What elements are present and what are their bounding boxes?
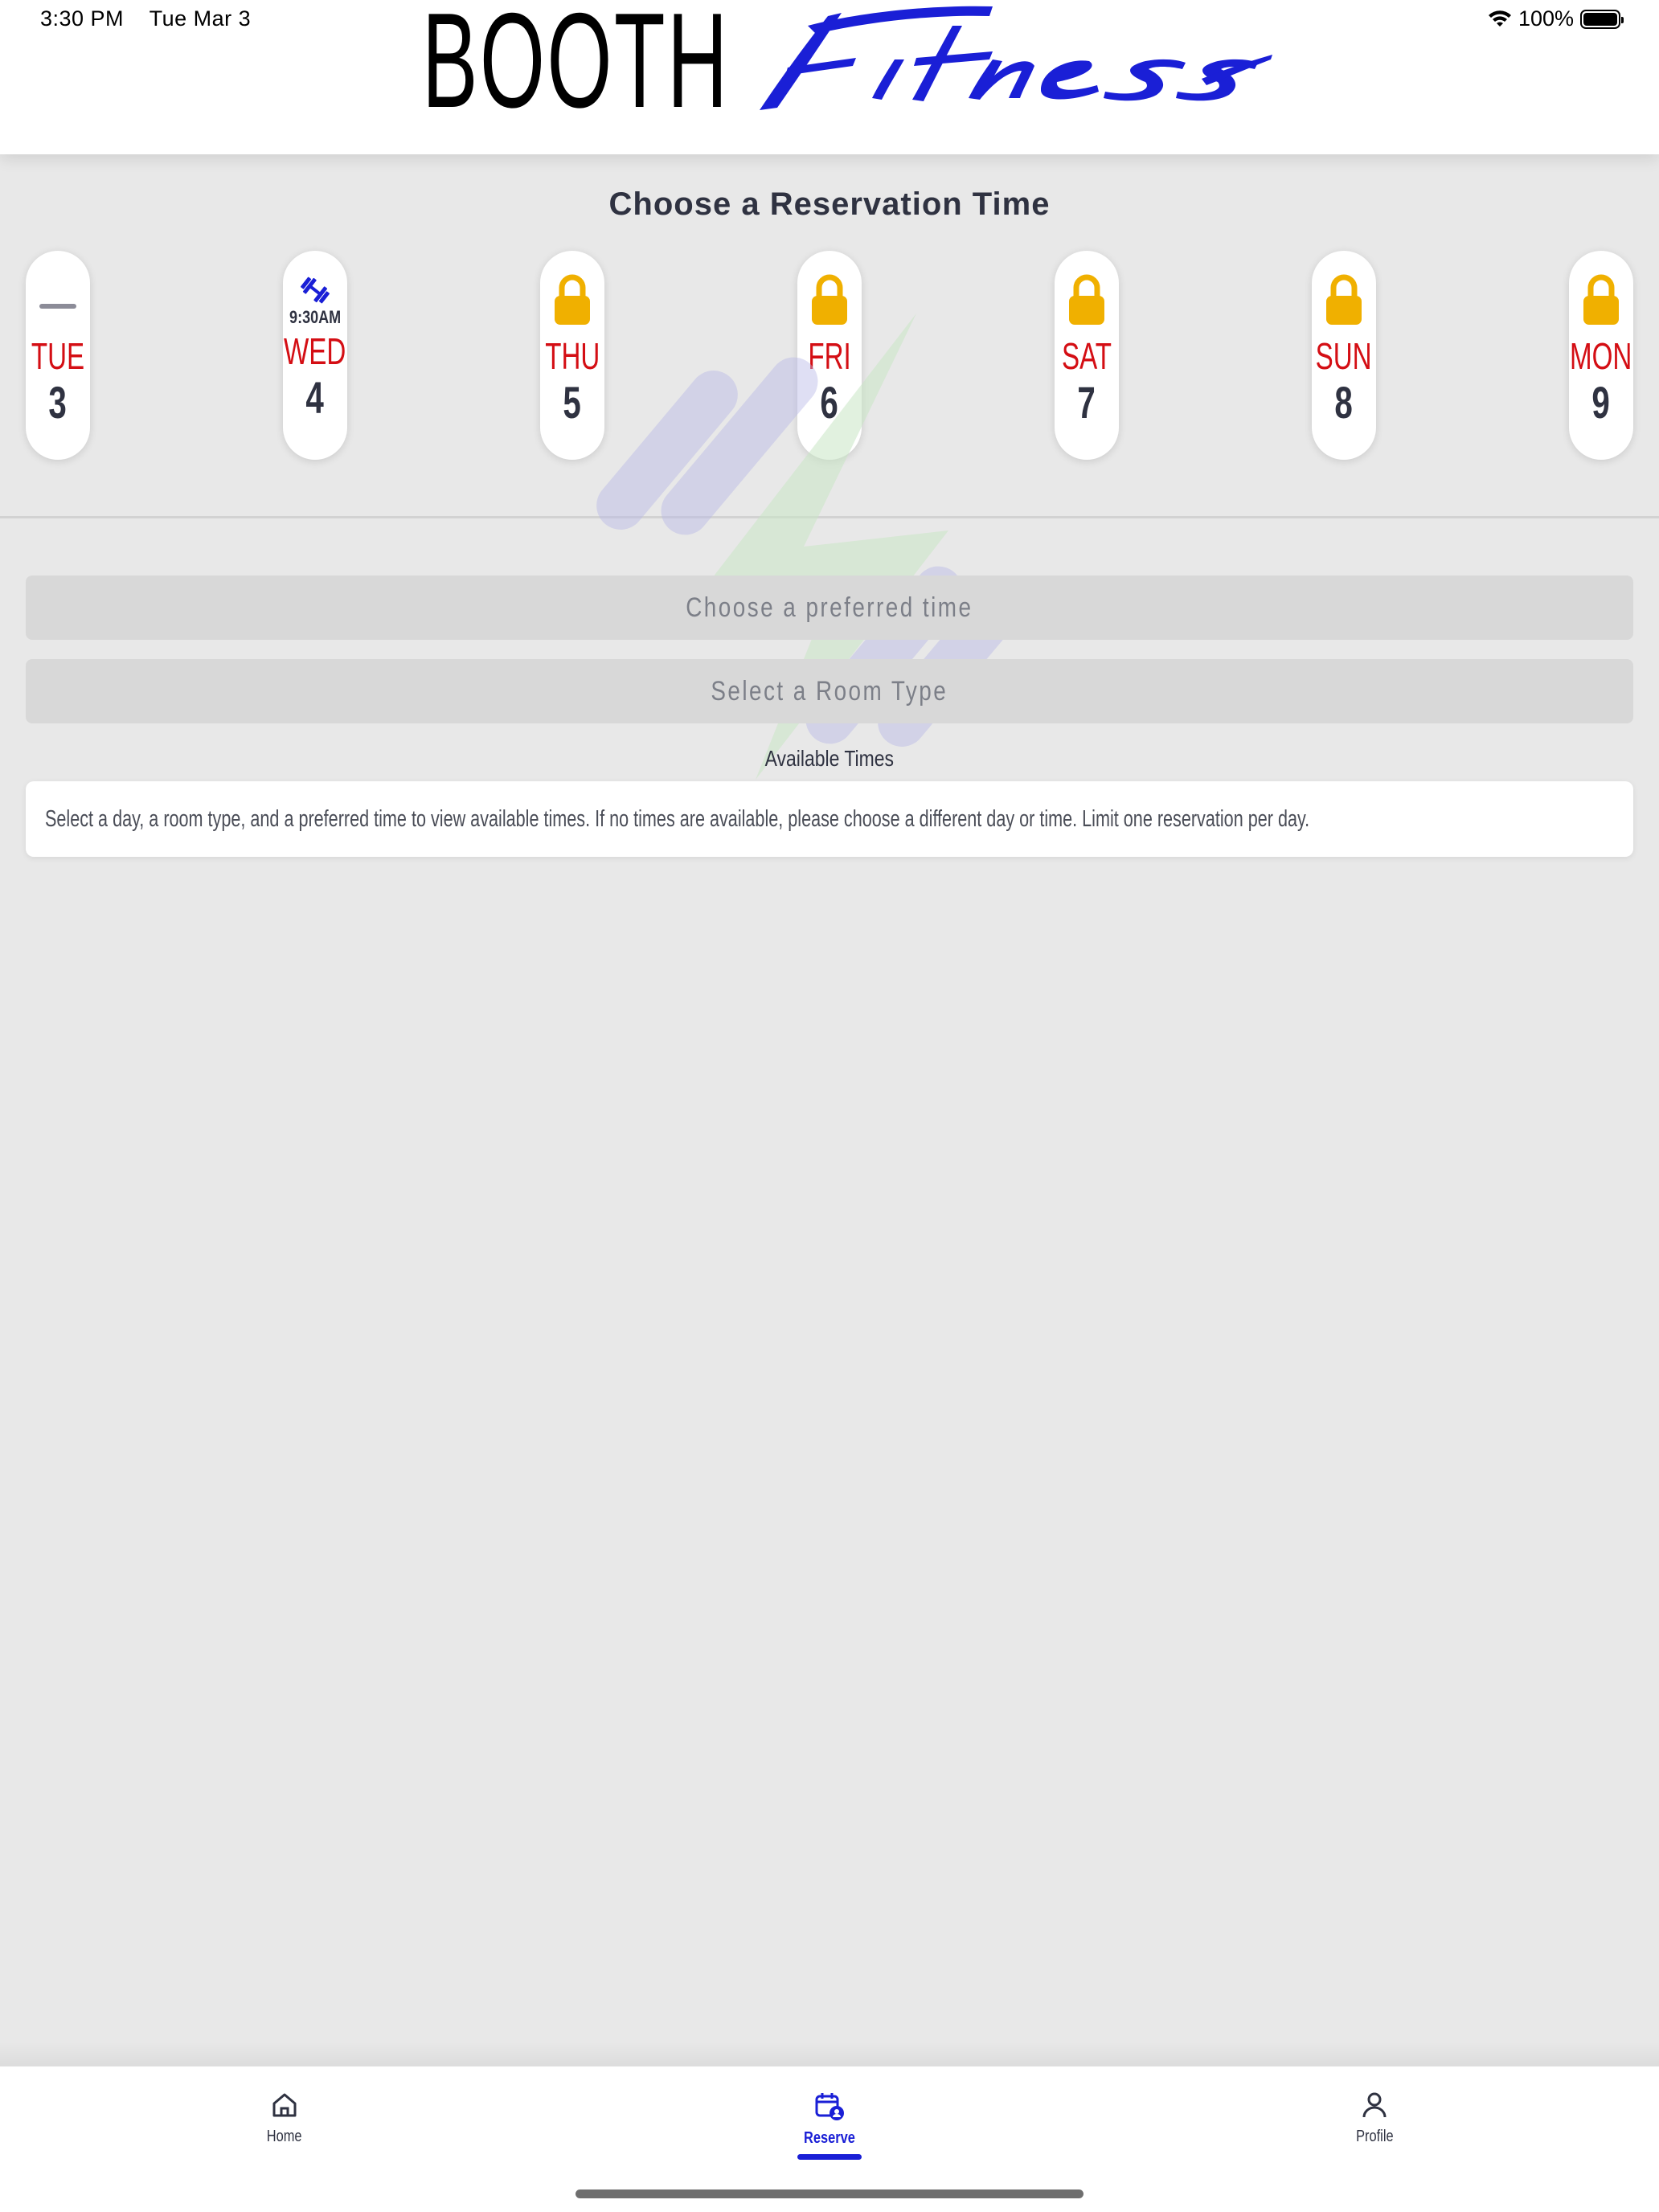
tabbar-shadow: [0, 2042, 1659, 2066]
status-time: 3:30 PM: [40, 6, 125, 31]
tab-label: Home: [267, 2128, 302, 2145]
available-times-heading: Available Times: [0, 746, 1659, 772]
day-number: 7: [1077, 377, 1096, 428]
preferred-time-label: Choose a preferred time: [686, 592, 973, 623]
reservation-time: 9:30AM: [289, 307, 342, 327]
available-times-card: Select a day, a room type, and a preferr…: [26, 781, 1633, 857]
tab-profile[interactable]: Profile: [1294, 2091, 1455, 2179]
tab-reserve[interactable]: Reserve: [749, 2091, 910, 2179]
lock-icon: [555, 274, 590, 325]
page-title: Choose a Reservation Time: [608, 186, 1051, 222]
home-indicator[interactable]: [576, 2189, 1083, 2198]
day-name: SAT: [1062, 335, 1112, 377]
day-name: FRI: [808, 335, 851, 377]
day-number: 9: [1591, 377, 1611, 428]
day-name: WED: [284, 330, 346, 372]
booth-fitness-logo: BOOTH: [422, 0, 1272, 136]
app-header: 3:30 PM Tue Mar 3 100% BOOTH: [0, 0, 1659, 154]
battery-percent: 100%: [1518, 6, 1574, 31]
day-pill-sun[interactable]: SUN 8: [1312, 251, 1376, 460]
day-pill-sat[interactable]: SAT 7: [1055, 251, 1119, 460]
day-name: SUN: [1316, 335, 1372, 377]
logo-booth-text: BOOTH: [422, 0, 730, 136]
logo-fitness-script: [760, 6, 1272, 110]
day-number: 4: [305, 372, 325, 423]
lock-icon: [812, 274, 847, 325]
lock-icon: [1326, 274, 1362, 325]
day-pill-fri[interactable]: FRI 6: [797, 251, 862, 460]
tab-home[interactable]: Home: [204, 2091, 365, 2179]
day-name: MON: [1570, 335, 1632, 377]
day-number: 5: [563, 377, 582, 428]
battery-icon: [1580, 9, 1624, 29]
day-pill-wed[interactable]: 9:30AM WED 4: [283, 251, 347, 460]
lock-icon: [1069, 274, 1104, 325]
available-times-label: Available Times: [764, 746, 895, 771]
day-pill-tue[interactable]: TUE 3: [26, 251, 90, 460]
active-tab-indicator: [797, 2154, 862, 2160]
tab-label: Profile: [1355, 2128, 1394, 2145]
day-pill-thu[interactable]: THU 5: [540, 251, 604, 460]
lock-icon: [1583, 274, 1619, 325]
available-times-message: Select a day, a room type, and a preferr…: [45, 805, 1310, 832]
dash-icon: [39, 304, 76, 309]
user-icon: [1362, 2092, 1387, 2118]
tab-label: Reserve: [804, 2129, 855, 2147]
day-name: TUE: [31, 335, 85, 377]
preferred-time-select[interactable]: Choose a preferred time: [26, 576, 1633, 640]
status-bar-right: 100%: [1488, 6, 1624, 31]
room-type-label: Select a Room Type: [711, 675, 948, 707]
home-icon: [272, 2093, 297, 2117]
day-name: THU: [544, 335, 600, 377]
day-number: 3: [48, 377, 68, 428]
day-number: 6: [820, 377, 839, 428]
section-divider: [0, 516, 1659, 518]
wifi-icon: [1488, 10, 1511, 27]
dumbbell-icon: [301, 276, 330, 304]
calendar-user-icon: [815, 2093, 844, 2120]
day-selector: TUE 3 9:30AM WED 4 THU 5 FRI 6 SAT 7 SUN…: [0, 251, 1659, 460]
day-number: 8: [1334, 377, 1354, 428]
status-date: Tue Mar 3: [149, 6, 252, 31]
status-bar-time: 3:30 PM Tue Mar 3: [40, 6, 251, 31]
day-pill-mon[interactable]: MON 9: [1569, 251, 1633, 460]
room-type-select[interactable]: Select a Room Type: [26, 659, 1633, 723]
